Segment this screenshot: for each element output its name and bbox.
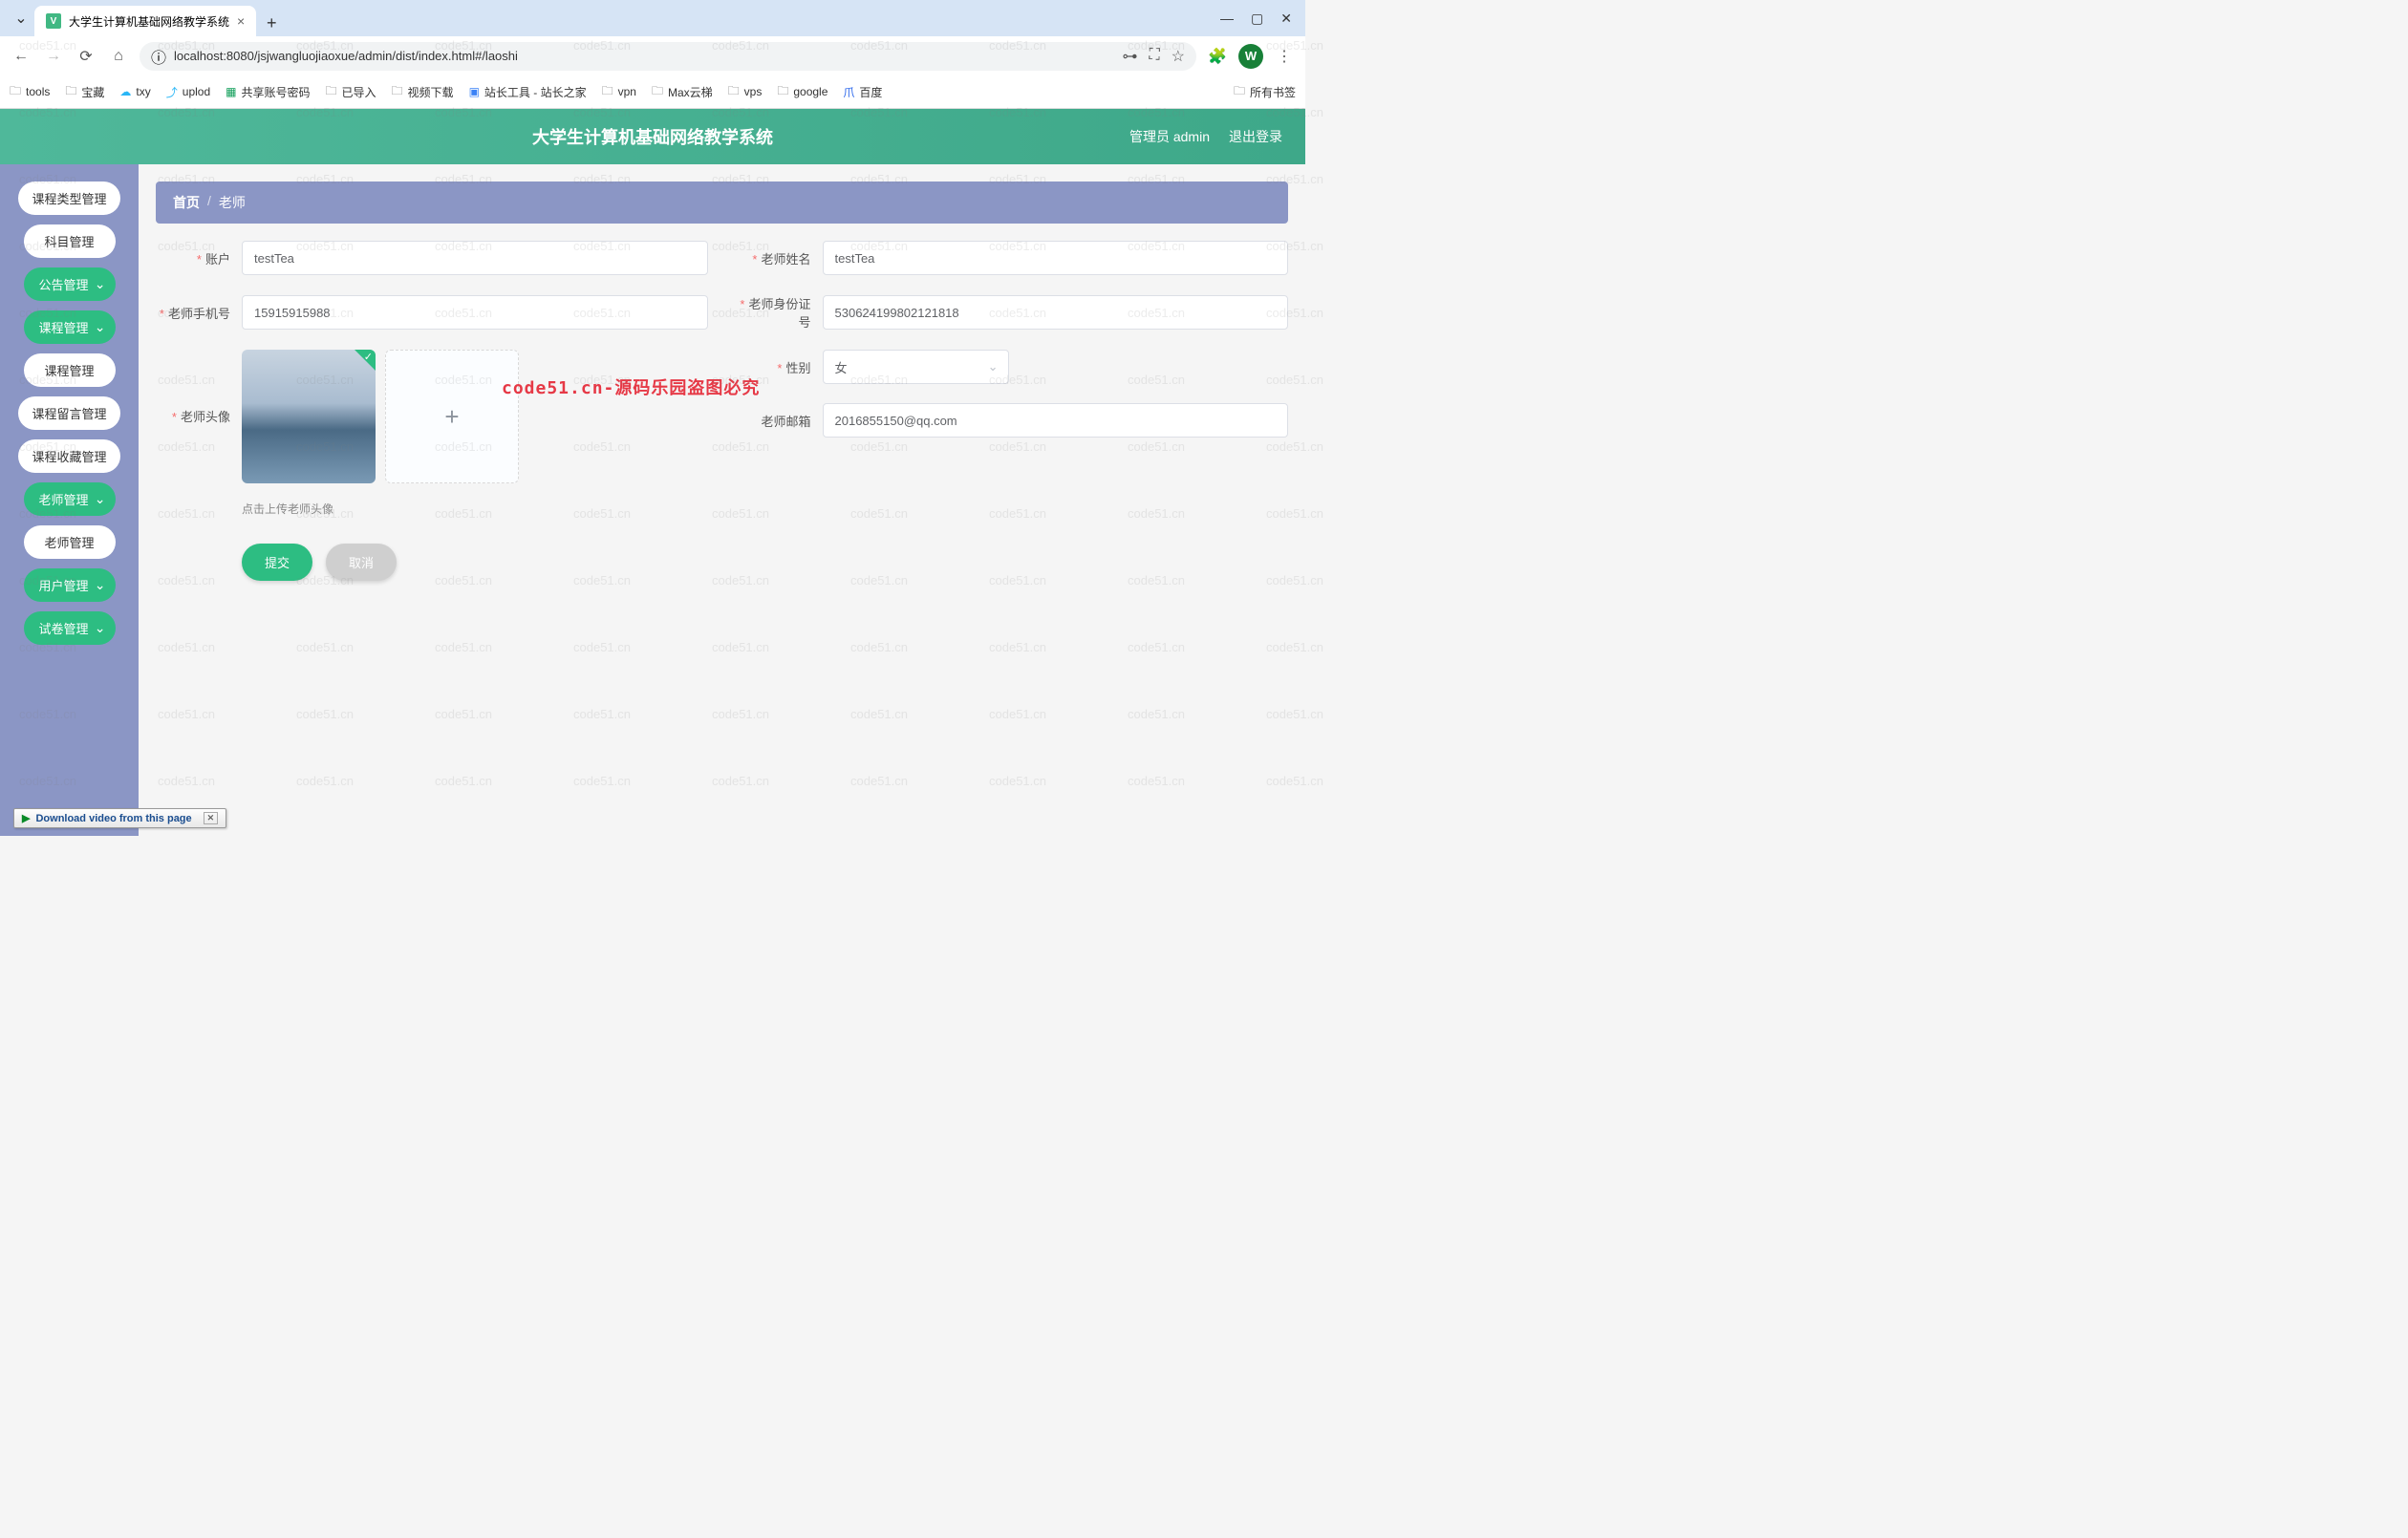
address-bar: ← → ⟳ ⌂ ⓘ localhost:8080/jsjwangluojiaox…	[0, 36, 1305, 75]
label-gender: *性别	[737, 358, 823, 376]
bookmark-baozang[interactable]: 🗀宝藏	[65, 82, 104, 102]
breadcrumb-current: 老师	[219, 193, 246, 212]
sidebar-item-course-group[interactable]: 课程管理	[24, 310, 116, 344]
bookmark-all[interactable]: 🗀所有书签	[1234, 82, 1296, 102]
label-idcard: *老师身份证号	[737, 294, 823, 331]
close-window-icon[interactable]: ✕	[1280, 11, 1292, 27]
bookmark-vpn[interactable]: 🗀vpn	[602, 82, 636, 102]
app-body: 课程类型管理 科目管理 公告管理 课程管理 课程管理 课程留言管理 课程收藏管理…	[0, 164, 1305, 836]
label-account: *账户	[156, 249, 242, 267]
sidebar-item-teacher-group[interactable]: 老师管理	[24, 482, 116, 516]
sidebar-item-course-type[interactable]: 课程类型管理	[18, 182, 119, 215]
cancel-button[interactable]: 取消	[326, 544, 397, 581]
sidebar-item-course-comment[interactable]: 课程留言管理	[18, 396, 119, 430]
new-tab-button[interactable]: +	[258, 10, 285, 36]
input-idcard[interactable]	[823, 295, 1289, 330]
forward-icon[interactable]: →	[42, 45, 65, 68]
upload-hint: 点击上传老师头像	[242, 501, 519, 517]
play-icon: ▶	[22, 812, 30, 824]
menu-icon[interactable]: ⋮	[1273, 45, 1296, 68]
breadcrumb-sep: /	[207, 193, 211, 212]
bookmark-vps[interactable]: 🗀vps	[728, 82, 763, 102]
sidebar-item-course-favorite[interactable]: 课程收藏管理	[18, 439, 119, 473]
maximize-icon[interactable]: ▢	[1251, 11, 1263, 27]
breadcrumb: 首页 / 老师	[156, 182, 1288, 224]
sidebar-item-exam[interactable]: 试卷管理	[24, 611, 116, 645]
admin-label[interactable]: 管理员 admin	[1129, 127, 1210, 146]
download-video-banner[interactable]: ▶ Download video from this page ✕	[13, 808, 226, 828]
select-gender[interactable]: 女	[823, 350, 1009, 384]
bookmark-baidu[interactable]: 爪百度	[843, 84, 882, 100]
profile-avatar[interactable]: W	[1238, 44, 1263, 69]
bookmark-video-download[interactable]: 🗀视频下载	[392, 82, 454, 102]
bookmark-google[interactable]: 🗀google	[777, 82, 828, 102]
label-email: 老师邮箱	[737, 412, 823, 430]
url-text: localhost:8080/jsjwangluojiaoxue/admin/d…	[174, 49, 518, 63]
breadcrumb-home[interactable]: 首页	[173, 193, 200, 212]
password-icon[interactable]: ⊶	[1122, 47, 1137, 66]
sidebar-item-subject[interactable]: 科目管理	[24, 224, 116, 258]
vue-favicon-icon: V	[46, 13, 61, 29]
tab-bar: ⌄ V 大学生计算机基础网络教学系统 × + — ▢ ✕	[0, 0, 1305, 36]
label-avatar: *老师头像	[156, 350, 242, 425]
sidebar: 课程类型管理 科目管理 公告管理 课程管理 课程管理 课程留言管理 课程收藏管理…	[0, 164, 139, 836]
tabs-dropdown-icon[interactable]: ⌄	[10, 0, 32, 36]
site-info-icon[interactable]: ⓘ	[151, 45, 166, 68]
window-controls: — ▢ ✕	[1220, 11, 1305, 27]
label-phone: *老师手机号	[156, 304, 242, 322]
logout-link[interactable]: 退出登录	[1229, 127, 1282, 146]
check-icon: ✓	[364, 351, 373, 363]
back-icon[interactable]: ←	[10, 45, 32, 68]
input-account[interactable]	[242, 241, 708, 275]
home-icon[interactable]: ⌂	[107, 45, 130, 68]
tab-title: 大学生计算机基础网络教学系统	[69, 13, 229, 30]
url-box[interactable]: ⓘ localhost:8080/jsjwangluojiaoxue/admin…	[140, 42, 1196, 71]
reload-icon[interactable]: ⟳	[75, 45, 97, 68]
bookmark-imported[interactable]: 🗀已导入	[326, 82, 376, 102]
bookmark-txy[interactable]: ☁txy	[119, 85, 150, 98]
app-header: 大学生计算机基础网络教学系统 管理员 admin 退出登录	[0, 109, 1305, 164]
label-name: *老师姓名	[737, 249, 823, 267]
teacher-form: *账户 *老师姓名 *老师手机号 *老师身份证号	[156, 241, 1288, 581]
extensions-icon[interactable]: 🧩	[1206, 45, 1229, 68]
app-title: 大学生计算机基础网络教学系统	[532, 124, 773, 149]
input-email[interactable]	[823, 403, 1289, 438]
star-icon[interactable]: ☆	[1172, 47, 1185, 66]
minimize-icon[interactable]: —	[1220, 11, 1234, 27]
sidebar-item-course[interactable]: 课程管理	[24, 353, 116, 387]
tab-close-icon[interactable]: ×	[237, 13, 245, 29]
sidebar-item-user[interactable]: 用户管理	[24, 568, 116, 602]
avatar-upload-button[interactable]: +	[385, 350, 519, 483]
browser-chrome: ⌄ V 大学生计算机基础网络教学系统 × + — ▢ ✕ ← → ⟳ ⌂ ⓘ l…	[0, 0, 1305, 109]
download-banner-text: Download video from this page	[35, 813, 191, 824]
browser-tab[interactable]: V 大学生计算机基础网络教学系统 ×	[34, 6, 256, 36]
app-root: 大学生计算机基础网络教学系统 管理员 admin 退出登录 课程类型管理 科目管…	[0, 109, 1305, 836]
bookmark-zhanzhang[interactable]: ▣站长工具 - 站长之家	[469, 84, 587, 100]
sidebar-item-announcement[interactable]: 公告管理	[24, 267, 116, 301]
bookmark-max[interactable]: 🗀Max云梯	[652, 82, 713, 102]
content-area: 首页 / 老师 *账户 *老师姓名 *老师手机号	[139, 164, 1305, 836]
banner-close-icon[interactable]: ✕	[204, 812, 219, 824]
input-name[interactable]	[823, 241, 1289, 275]
bookmark-shared-passwords[interactable]: ▦共享账号密码	[226, 84, 310, 100]
bookmark-bar: 🗀tools 🗀宝藏 ☁txy ⤴uplod ▦共享账号密码 🗀已导入 🗀视频下…	[0, 75, 1305, 108]
sidebar-item-teacher[interactable]: 老师管理	[24, 525, 116, 559]
submit-button[interactable]: 提交	[242, 544, 312, 581]
bookmark-tools[interactable]: 🗀tools	[10, 82, 50, 102]
avatar-thumbnail[interactable]: ✓	[242, 350, 376, 483]
lens-icon[interactable]: ⛶	[1149, 47, 1159, 66]
bookmark-uplod[interactable]: ⤴uplod	[166, 84, 210, 100]
input-phone[interactable]	[242, 295, 708, 330]
